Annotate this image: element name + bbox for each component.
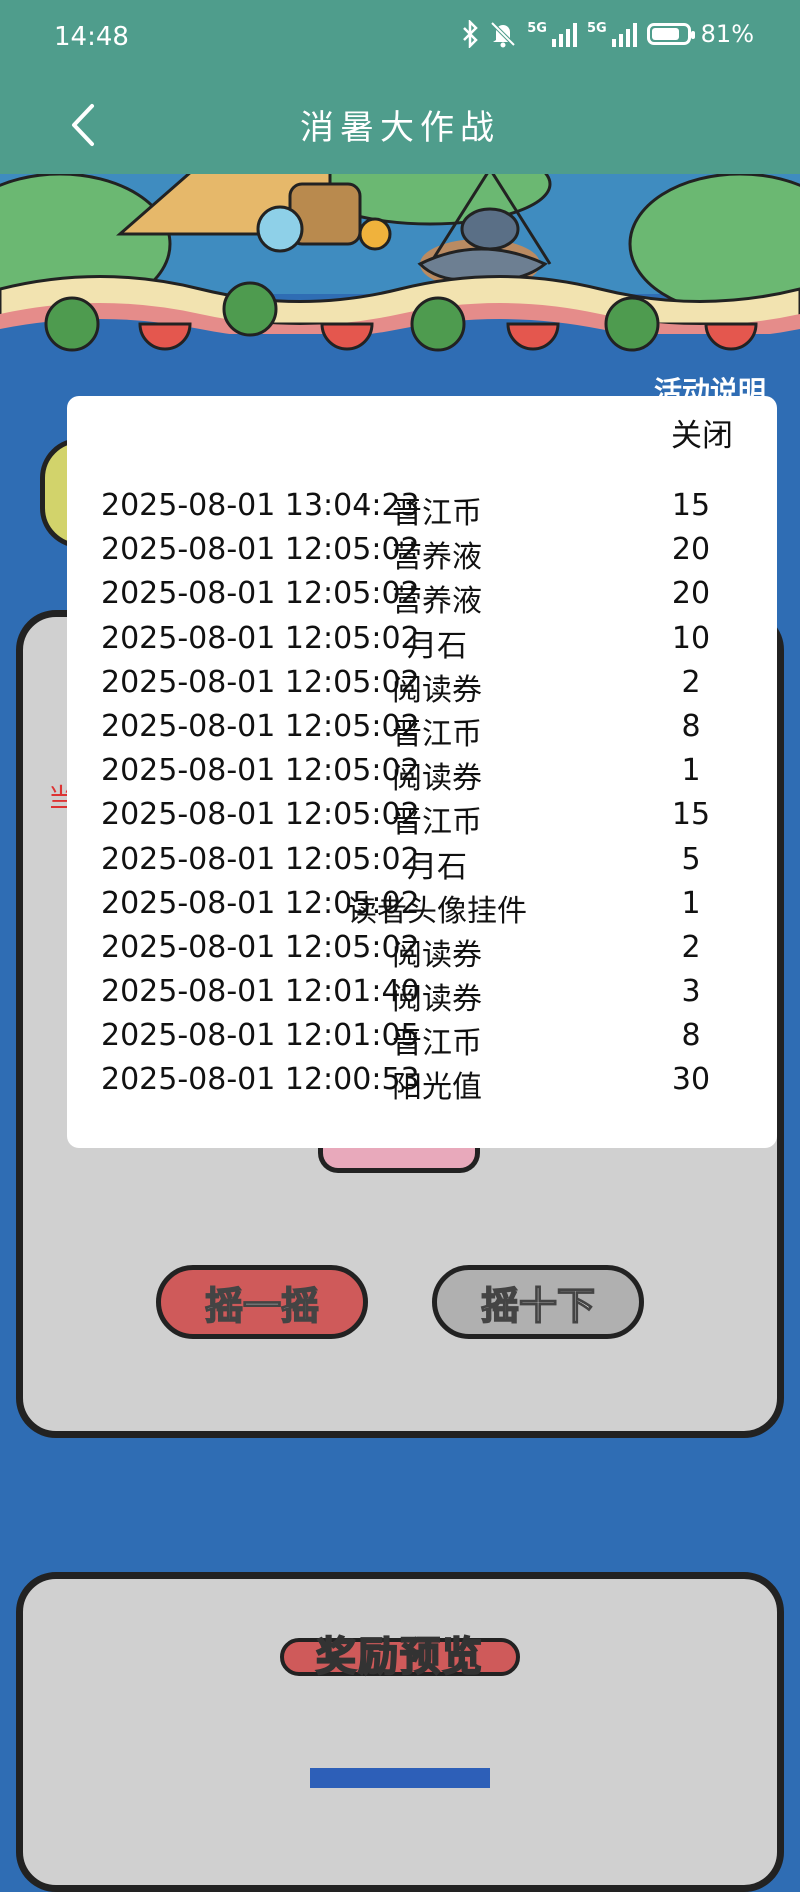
records-list: 2025-08-01 13:04:23 晋江币 15 2025-08-01 12:05… <box>67 488 777 1107</box>
reward-preview-card <box>16 1572 784 1892</box>
network-1-label: 5G <box>527 21 547 36</box>
record-quantity: 3 <box>681 974 701 1010</box>
reward-preview-heading: 奖励预览 <box>280 1626 520 1681</box>
record-row: 2025-08-01 12:05:02 晋江币 8 <box>67 709 777 753</box>
record-quantity: 2 <box>681 664 701 700</box>
record-quantity: 20 <box>671 576 711 612</box>
mute-bell-icon <box>490 21 516 48</box>
record-row: 2025-08-01 12:05:02 阅读券 2 <box>67 665 777 709</box>
battery-icon <box>646 23 695 45</box>
record-row: 2025-08-01 12:00:53 阳光值 30 <box>67 1062 777 1106</box>
record-item: 阅读券 <box>392 937 482 973</box>
signal-2-icon: 5G <box>587 21 637 47</box>
record-row: 2025-08-01 12:05:02 阅读券 2 <box>67 930 777 974</box>
record-item: 营养液 <box>392 584 482 620</box>
record-item: 读者头像挂件 <box>347 893 527 929</box>
record-quantity: 15 <box>671 488 711 523</box>
record-quantity: 1 <box>681 885 701 921</box>
signal-1-icon: 5G <box>527 21 577 47</box>
summer-camp-banner <box>0 174 800 374</box>
record-row: 2025-08-01 12:05:02 晋江币 15 <box>67 797 777 841</box>
record-item: 晋江币 <box>392 716 482 752</box>
record-row: 2025-08-01 12:05:02 月石 5 <box>67 842 777 886</box>
machine-base <box>318 1148 480 1173</box>
reward-records-dialog: 关闭 2025-08-01 13:04:23 晋江币 15 2025-08-01 12… <box>67 396 777 1148</box>
status-bar: 14:48 5G 5G 81% <box>0 0 800 76</box>
record-row: 2025-08-01 12:01:40 阅读券 3 <box>67 974 777 1018</box>
close-button[interactable]: 关闭 <box>671 410 733 455</box>
record-item: 晋江币 <box>392 1026 482 1062</box>
record-item: 阅读券 <box>392 982 482 1018</box>
status-icons: 5G 5G 81% <box>461 20 754 48</box>
shake-once-button[interactable]: 摇一摇 <box>156 1265 368 1339</box>
record-quantity: 5 <box>681 841 701 877</box>
record-item: 月石 <box>407 628 467 664</box>
record-item: 月石 <box>407 849 467 885</box>
record-item: 阅读券 <box>392 761 482 797</box>
record-quantity: 30 <box>671 1062 711 1098</box>
record-row: 2025-08-01 12:01:05 晋江币 8 <box>67 1018 777 1062</box>
reward-preview-title: 奖励预览 <box>315 1633 484 1681</box>
record-quantity: 2 <box>681 929 701 965</box>
record-row: 2025-08-01 13:04:23 晋江币 15 <box>67 488 777 532</box>
record-item: 晋江币 <box>392 805 482 841</box>
record-quantity: 20 <box>671 532 711 568</box>
record-item: 阳光值 <box>392 1070 482 1106</box>
record-row: 2025-08-01 12:05:02 月石 10 <box>67 621 777 665</box>
battery-fill <box>651 28 680 40</box>
record-quantity: 8 <box>681 708 701 744</box>
record-row: 2025-08-01 12:05:02 读者头像挂件 1 <box>67 886 777 930</box>
battery-text: 81% <box>700 20 754 48</box>
record-item: 阅读券 <box>392 672 482 708</box>
network-2-label: 5G <box>586 21 607 36</box>
record-row: 2025-08-01 12:05:02 阅读券 1 <box>67 753 777 797</box>
shake-ten-button[interactable]: 摇十下 <box>432 1265 644 1339</box>
record-quantity: 10 <box>671 620 711 656</box>
record-item: 晋江币 <box>392 496 482 531</box>
bluetooth-icon <box>463 20 478 48</box>
page-title: 消暑大作战 <box>300 108 500 148</box>
record-quantity: 15 <box>671 797 711 833</box>
reward-item-strip <box>310 1768 490 1788</box>
record-quantity: 1 <box>681 753 701 789</box>
record-item: 营养液 <box>392 540 482 576</box>
record-row: 2025-08-01 12:05:02 营养液 20 <box>67 576 777 620</box>
nav-bar: 消暑大作战 <box>0 76 800 174</box>
record-row: 2025-08-01 12:05:02 营养液 20 <box>67 532 777 576</box>
status-time: 14:48 <box>54 22 129 52</box>
record-quantity: 8 <box>681 1018 701 1054</box>
